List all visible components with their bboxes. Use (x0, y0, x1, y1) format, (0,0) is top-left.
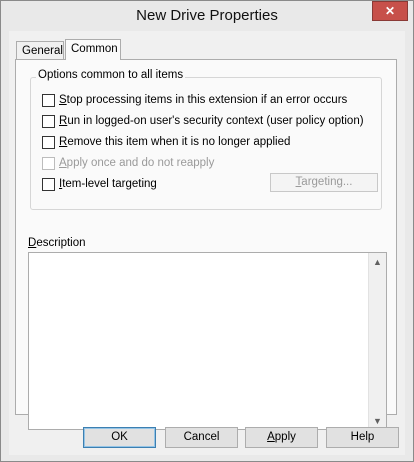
description-textarea[interactable]: ▲ ▼ (28, 252, 387, 430)
cancel-button[interactable]: Cancel (165, 427, 238, 448)
remove-item-label: Remove this item when it is no longer ap… (59, 136, 291, 148)
description-label: Description (28, 237, 86, 249)
remove-item-option[interactable]: Remove this item when it is no longer ap… (42, 134, 290, 150)
tab-common[interactable]: Common (65, 39, 121, 60)
apply-once-option: Apply once and do not reapply (42, 155, 214, 171)
stop-processing-checkbox[interactable] (42, 93, 55, 107)
title-bar[interactable]: New Drive Properties ✕ (1, 1, 413, 31)
apply-once-label: Apply once and do not reapply (59, 157, 215, 169)
apply-button[interactable]: Apply (245, 427, 318, 448)
run-in-user-context-label: Run in logged-on user's security context… (59, 115, 364, 127)
options-group-title: Options common to all items (36, 69, 186, 81)
common-tab-pane: Options common to all items Stop process… (15, 59, 397, 430)
item-level-targeting-label: Item-level targeting (59, 178, 157, 190)
stop-processing-option[interactable]: Stop processing items in this extension … (42, 92, 347, 108)
remove-item-checkbox[interactable] (42, 135, 55, 149)
tab-common-label: Common (71, 43, 118, 55)
item-level-targeting-checkbox[interactable] (42, 177, 55, 191)
run-in-user-context-checkbox[interactable] (42, 114, 55, 128)
help-button[interactable]: Help (326, 427, 399, 448)
close-icon: ✕ (384, 4, 396, 18)
close-button[interactable]: ✕ (372, 1, 408, 21)
scroll-up-icon[interactable]: ▲ (369, 253, 386, 270)
tab-general-label: General (22, 45, 63, 57)
window-title: New Drive Properties (136, 7, 278, 24)
item-level-targeting-option[interactable]: Item-level targeting (42, 176, 157, 192)
apply-once-checkbox (42, 156, 55, 170)
targeting-button: Targeting... (270, 173, 378, 192)
dialog-client-area: General Common Options common to all ite… (9, 31, 405, 455)
description-scrollbar[interactable]: ▲ ▼ (368, 253, 386, 429)
stop-processing-label: Stop processing items in this extension … (59, 94, 348, 106)
run-in-user-context-option[interactable]: Run in logged-on user's security context… (42, 113, 364, 129)
ok-button[interactable]: OK (83, 427, 156, 448)
tab-general[interactable]: General (16, 41, 64, 59)
properties-dialog: New Drive Properties ✕ General Common Op… (0, 0, 414, 462)
